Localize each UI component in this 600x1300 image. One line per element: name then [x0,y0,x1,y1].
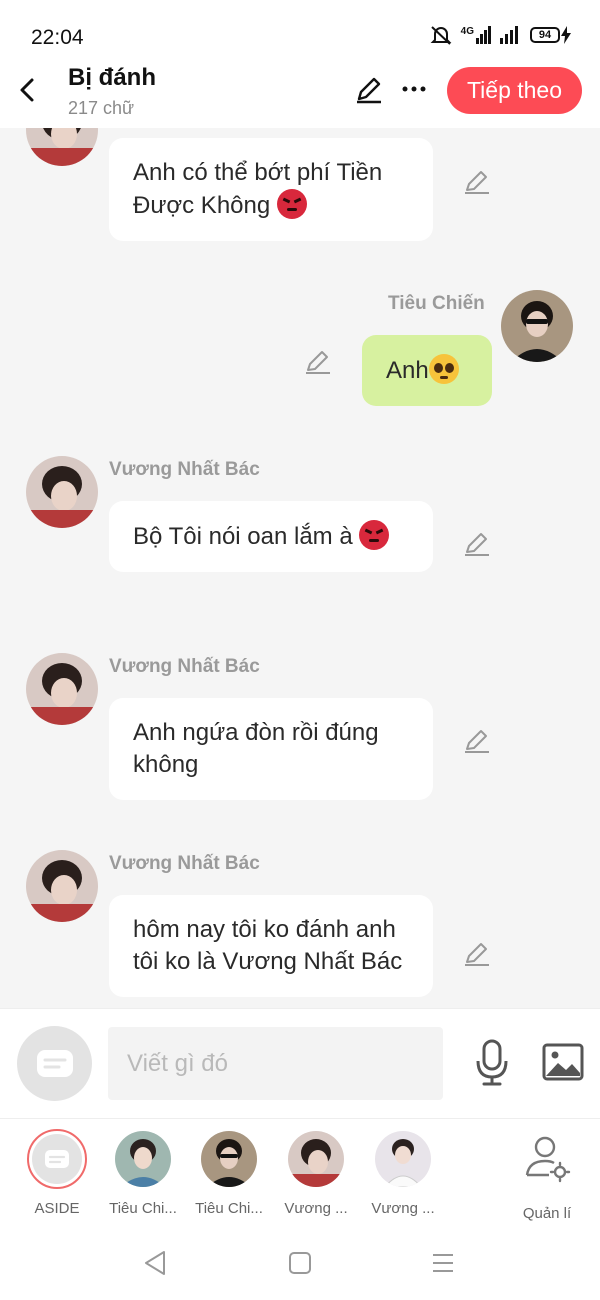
message-text: Anh [386,357,429,384]
message-text: Bộ Tôi nói oan lắm à [133,523,353,550]
microphone-icon[interactable] [474,1039,510,1087]
chat-bubble-icon [37,1050,73,1077]
network-label: 4G [460,26,474,37]
character-item[interactable]: Tiêu Chi... [100,1131,186,1217]
avatar [288,1131,344,1187]
signal-icon: 4G [461,26,492,44]
pencil-icon[interactable] [462,725,492,755]
character-label: Vương ... [371,1200,435,1217]
pencil-icon[interactable] [462,528,492,558]
system-nav-bar [0,1226,600,1300]
message-text: hôm nay tôi ko đánh anh tôi ko là Vương … [133,916,403,975]
message-bubble[interactable]: hôm nay tôi ko đánh anh tôi ko là Vương … [109,895,433,997]
manage-button[interactable]: Quản lí [504,1131,590,1222]
avatar[interactable] [26,850,98,922]
aside-inner [32,1134,82,1184]
chat-bubble-icon [45,1150,69,1168]
battery-icon: 94 [530,26,572,44]
character-label: Tiêu Chi... [109,1200,177,1217]
mute-bell-icon [430,26,452,45]
character-item[interactable]: Vương ... [360,1131,446,1217]
avatar [375,1131,431,1187]
nav-home-icon[interactable] [285,1248,315,1278]
avatar[interactable] [501,290,573,362]
message-bubble[interactable]: Bộ Tôi nói oan lắm à [109,501,433,572]
pencil-icon[interactable] [462,938,492,968]
next-button[interactable]: Tiếp theo [447,67,582,114]
character-label: Tiêu Chi... [195,1200,263,1217]
avatar [115,1131,171,1187]
page-title: Bị đánh [68,64,156,91]
sender-name: Vương Nhất Bác [109,853,260,874]
chat-area[interactable]: Anh có thể bớt phí Tiền Được Không Tiêu … [0,128,600,1008]
character-label: ASIDE [34,1200,80,1217]
nav-back-icon[interactable] [140,1248,170,1278]
avatar[interactable] [26,456,98,528]
pencil-icon[interactable] [303,346,333,376]
user-gear-icon [525,1136,571,1183]
status-time: 22:04 [31,26,84,49]
angry-face-icon [276,189,307,219]
character-aside[interactable]: ASIDE [14,1129,100,1217]
character-item[interactable]: Vương ... [273,1131,359,1217]
message-bubble[interactable]: Anh ngứa đòn rồi đúng không [109,698,433,800]
character-item[interactable]: Tiêu Chi... [186,1131,272,1217]
message-bubble[interactable]: Anh [362,335,492,406]
sender-name: Vương Nhất Bác [109,656,260,677]
more-dots-icon[interactable] [400,76,428,102]
image-icon[interactable] [542,1043,584,1081]
message-bubble[interactable]: Anh có thể bớt phí Tiền Được Không [109,138,433,241]
avatar[interactable] [26,128,98,166]
avatar [201,1131,257,1187]
character-label: Vương ... [284,1200,348,1217]
angry-face-icon [359,520,390,550]
pencil-icon[interactable] [462,166,492,196]
back-arrow-icon[interactable] [14,74,40,106]
message-text: Anh ngứa đòn rồi đúng không [133,719,379,778]
input-bar [0,1008,600,1118]
message-input[interactable] [108,1027,443,1100]
pleading-face-icon [428,354,459,384]
word-count: 217 chữ [68,98,135,118]
signal-icon-2 [500,26,518,44]
header: Bị đánh 217 chữ Tiếp theo [0,64,600,128]
sender-name: Tiêu Chiến [388,293,485,314]
status-icons: 4G 94 [429,24,572,46]
character-bar: ASIDE Tiêu Chi... Tiêu Chi... Vương ... … [0,1118,600,1226]
message-text: Anh có thể bớt phí Tiền Được Không [133,159,383,219]
aside-avatar [27,1129,87,1189]
nav-menu-icon[interactable] [428,1248,458,1278]
status-bar: 22:04 4G 94 [0,0,600,64]
pencil-icon[interactable] [354,74,384,104]
aside-toggle-button[interactable] [17,1026,92,1101]
avatar[interactable] [26,653,98,725]
sender-name: Vương Nhất Bác [109,459,260,480]
character-label: Quản lí [522,1205,572,1222]
battery-level: 94 [530,27,560,43]
